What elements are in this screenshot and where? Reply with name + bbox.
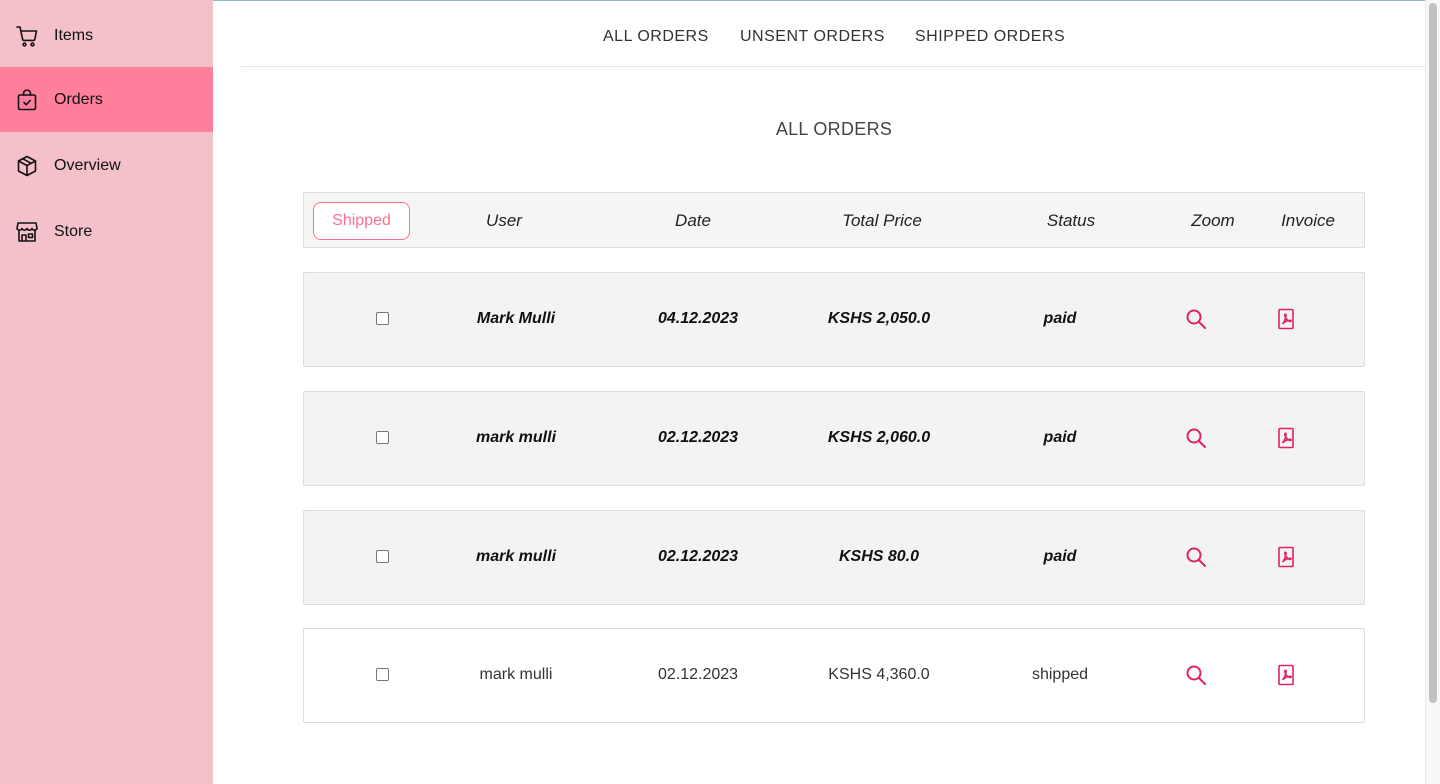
table-header: Shipped User Date Total Price Status Zoo… [303, 192, 1365, 248]
row-checkbox[interactable] [376, 668, 389, 681]
row-user: mark mulli [475, 429, 557, 446]
zoom-search-icon[interactable] [1185, 664, 1207, 686]
row-user: mark mulli [475, 548, 557, 565]
column-header-date: Date [675, 211, 711, 230]
invoice-pdf-icon[interactable] [1277, 664, 1299, 686]
zoom-search-icon[interactable] [1185, 427, 1207, 449]
box-icon [15, 154, 39, 178]
row-date: 02.12.2023 [657, 548, 739, 565]
sidebar-item-store[interactable]: Store [0, 199, 213, 264]
tab-all-orders[interactable]: ALL ORDERS [603, 28, 709, 46]
row-status: paid [1043, 310, 1077, 327]
row-total-price: KSHS 80.0 [838, 548, 920, 565]
row-user: Mark Mulli [476, 310, 556, 327]
sidebar-item-overview[interactable]: Overview [0, 133, 213, 198]
page-title: ALL ORDERS [775, 119, 893, 139]
sidebar-item-label: Orders [54, 90, 103, 108]
tab-unsent-orders[interactable]: UNSENT ORDERS [740, 28, 885, 46]
sidebar-item-label: Items [54, 26, 94, 44]
row-status: paid [1043, 429, 1077, 446]
sidebar: Items Orders Overview Store [0, 0, 213, 784]
row-checkbox[interactable] [376, 550, 389, 563]
zoom-search-icon[interactable] [1185, 546, 1207, 568]
storefront-icon [15, 220, 39, 244]
row-total-price: KSHS 4,360.0 [828, 666, 930, 683]
column-header-status: Status [1046, 211, 1096, 230]
bag-check-icon [15, 88, 39, 112]
invoice-pdf-icon[interactable] [1277, 546, 1299, 568]
sidebar-item-orders[interactable]: Orders [0, 67, 213, 132]
table-row: Mark Mulli 04.12.2023 KSHS 2,050.0 paid [303, 272, 1365, 367]
zoom-search-icon[interactable] [1185, 308, 1207, 330]
scrollbar-thumb[interactable] [1429, 3, 1437, 703]
column-header-user: User [486, 211, 522, 230]
invoice-pdf-icon[interactable] [1277, 308, 1299, 330]
sidebar-item-label: Store [54, 222, 93, 240]
row-total-price: KSHS 2,050.0 [827, 310, 931, 327]
column-header-total-price: Total Price [842, 211, 922, 230]
vertical-scrollbar[interactable] [1425, 0, 1440, 784]
row-date: 02.12.2023 [657, 666, 739, 683]
sidebar-item-items[interactable]: Items [0, 3, 213, 68]
table-row: mark mulli 02.12.2023 KSHS 2,060.0 paid [303, 391, 1365, 486]
column-header-invoice: Invoice [1281, 211, 1335, 230]
row-user: mark mulli [479, 666, 553, 683]
row-status: shipped [1031, 666, 1089, 683]
tab-shipped-orders[interactable]: SHIPPED ORDERS [915, 28, 1065, 46]
row-checkbox[interactable] [376, 431, 389, 444]
row-date: 02.12.2023 [657, 429, 739, 446]
order-tabs: ALL ORDERS UNSENT ORDERS SHIPPED ORDERS [241, 1, 1425, 67]
row-status: paid [1043, 548, 1077, 565]
shipped-filter-button[interactable]: Shipped [313, 202, 410, 240]
main-content: ALL ORDERS UNSENT ORDERS SHIPPED ORDERS … [213, 1, 1425, 784]
row-checkbox[interactable] [376, 312, 389, 325]
table-row: mark mulli 02.12.2023 KSHS 80.0 paid [303, 510, 1365, 605]
sidebar-item-label: Overview [54, 156, 121, 174]
cart-icon [15, 24, 39, 48]
table-row: mark mulli 02.12.2023 KSHS 4,360.0 shipp… [303, 628, 1365, 723]
column-header-zoom: Zoom [1191, 211, 1235, 230]
row-date: 04.12.2023 [657, 310, 739, 327]
invoice-pdf-icon[interactable] [1277, 427, 1299, 449]
row-total-price: KSHS 2,060.0 [827, 429, 931, 446]
